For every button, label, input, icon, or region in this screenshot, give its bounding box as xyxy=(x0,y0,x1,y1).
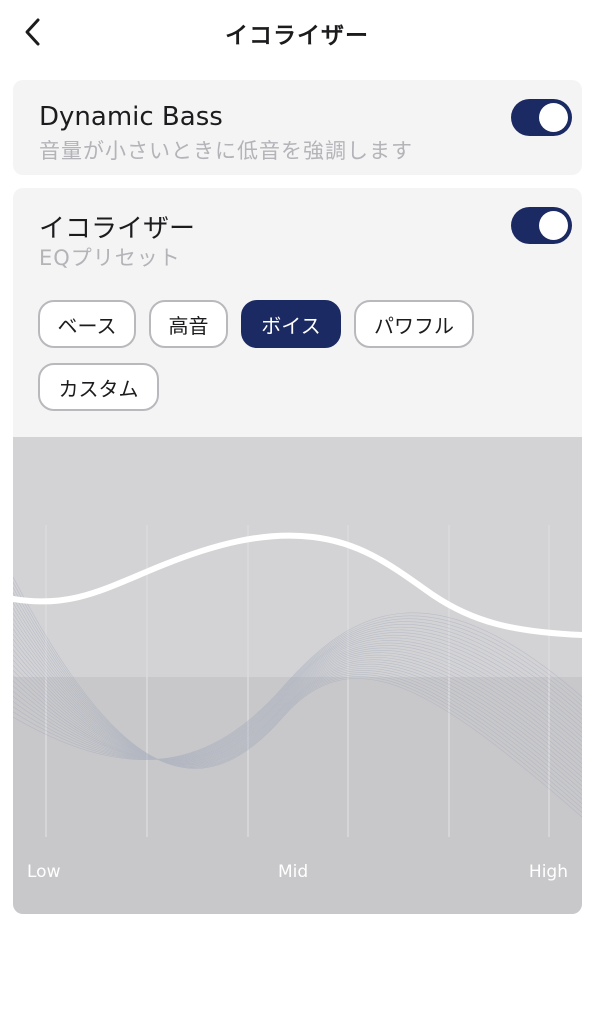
page-title: イコライザー xyxy=(225,23,369,49)
preset-custom-button[interactable]: カスタム xyxy=(38,363,159,411)
dynamic-bass-subtitle: 音量が小さいときに低音を強調します xyxy=(39,139,413,163)
axis-label-low: Low xyxy=(27,862,61,882)
dynamic-bass-title: Dynamic Bass xyxy=(39,102,223,132)
preset-voice-button[interactable]: ボイス xyxy=(241,300,341,348)
toggle-knob xyxy=(539,211,568,240)
axis-label-high: High xyxy=(528,862,568,882)
equalizer-card: イコライザー EQプリセット ベース 高音 ボイス パワフル カスタム Low … xyxy=(13,188,582,914)
eq-graph[interactable]: Low Mid High xyxy=(13,437,582,914)
dynamic-bass-card: Dynamic Bass 音量が小さいときに低音を強調します xyxy=(13,80,582,175)
header: イコライザー xyxy=(0,0,594,66)
preset-bass-button[interactable]: ベース xyxy=(38,300,136,348)
axis-label-mid: Mid xyxy=(278,862,309,882)
toggle-knob xyxy=(539,103,568,132)
equalizer-subtitle: EQプリセット xyxy=(39,246,181,270)
eq-graph-canvas xyxy=(13,437,582,914)
preset-treble-button[interactable]: 高音 xyxy=(149,300,228,348)
equalizer-toggle[interactable] xyxy=(511,207,572,244)
preset-powerful-button[interactable]: パワフル xyxy=(354,300,474,348)
dynamic-bass-toggle[interactable] xyxy=(511,99,572,136)
equalizer-title: イコライザー xyxy=(39,214,196,244)
